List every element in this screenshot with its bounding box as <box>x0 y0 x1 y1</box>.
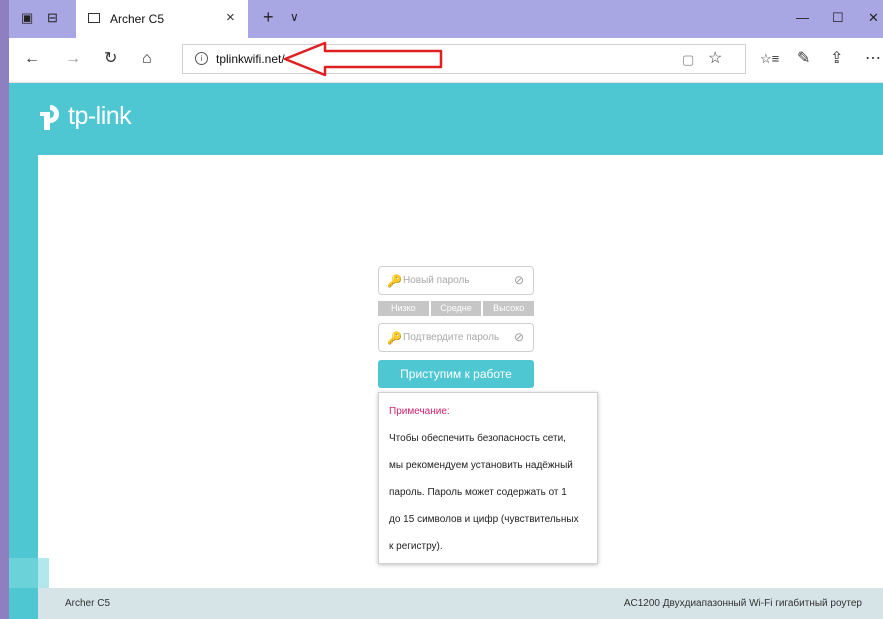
tab-preview-icon[interactable]: ▣ <box>21 10 33 26</box>
window-edge <box>0 0 9 619</box>
strength-high: Высоко <box>483 301 535 316</box>
model-description: AC1200 Двухдиапазонный Wi-Fi гигабитный … <box>623 598 862 609</box>
decorative-pattern <box>9 558 49 588</box>
web-note-icon[interactable]: ✎ <box>797 51 810 67</box>
back-button[interactable]: ← <box>24 51 40 67</box>
password-strength-meter: Низко Средне Высоко <box>378 301 535 316</box>
info-icon[interactable]: i <box>195 52 208 65</box>
footer-bar: Archer C5 AC1200 Двухдиапазонный Wi-Fi г… <box>38 588 883 619</box>
note-line: до 15 символов и цифр (чувствительных <box>389 514 579 525</box>
confirm-password-field[interactable]: 🔑 Подтвердите пароль ⊘ <box>378 323 534 352</box>
address-toolbar: ← → ↻ ⌂ i tplinkwifi.net/ ▢ ☆ ☆≡ ✎ ⇪ ⋯ <box>9 38 883 83</box>
close-window-button[interactable]: ✕ <box>868 10 879 26</box>
eye-hidden-icon[interactable]: ⊘ <box>514 330 524 344</box>
note-line: Чтобы обеспечить безопасность сети, <box>389 433 566 444</box>
new-tab-button[interactable]: + <box>263 7 274 28</box>
tab-close-icon[interactable]: × <box>226 9 235 26</box>
page-icon <box>88 13 100 23</box>
note-line: мы рекомендуем установить надёжный <box>389 460 573 471</box>
forward-button[interactable]: → <box>65 51 81 67</box>
more-options-icon[interactable]: ⋯ <box>865 51 881 67</box>
title-bar: ▣ ⊟ Archer C5 × + ∨ — ☐ ✕ <box>9 0 883 38</box>
model-name: Archer C5 <box>65 598 111 609</box>
note-line: пароль. Пароль может содержать от 1 <box>389 487 567 498</box>
tab-menu-chevron-icon[interactable]: ∨ <box>290 10 299 24</box>
tab-archer-c5[interactable]: Archer C5 × <box>76 0 248 38</box>
key-icon: 🔑 <box>387 331 402 345</box>
url-text[interactable]: tplinkwifi.net/ <box>216 52 285 66</box>
confirm-password-placeholder: Подтвердите пароль <box>403 332 500 343</box>
strength-medium: Средне <box>430 301 482 316</box>
note-line: к регистру). <box>389 541 443 552</box>
tp-link-logo-icon <box>40 105 60 130</box>
share-icon[interactable]: ⇪ <box>830 51 843 67</box>
note-title: Примечание: <box>389 406 450 417</box>
home-button[interactable]: ⌂ <box>142 51 152 67</box>
tab-title: Archer C5 <box>110 12 165 26</box>
reading-view-icon[interactable]: ▢ <box>682 52 694 68</box>
maximize-button[interactable]: ☐ <box>832 10 844 26</box>
key-icon: 🔑 <box>387 274 402 288</box>
red-arrow-annotation <box>283 41 443 77</box>
strength-low: Низко <box>378 301 429 316</box>
favorites-hub-icon[interactable]: ☆≡ <box>760 51 779 67</box>
favorite-star-icon[interactable]: ☆ <box>708 51 722 67</box>
set-aside-tabs-icon[interactable]: ⊟ <box>47 10 58 26</box>
refresh-button[interactable]: ↻ <box>104 51 117 67</box>
address-bar[interactable]: i tplinkwifi.net/ <box>182 44 746 74</box>
eye-hidden-icon[interactable]: ⊘ <box>514 273 524 287</box>
new-password-field[interactable]: 🔑 Новый пароль ⊘ <box>378 266 534 295</box>
note-tooltip: Примечание: Чтобы обеспечить безопасност… <box>378 392 598 564</box>
get-started-button[interactable]: Приступим к работе <box>378 360 534 388</box>
minimize-button[interactable]: — <box>796 10 809 25</box>
brand-name: tp-link <box>68 102 132 130</box>
new-password-placeholder: Новый пароль <box>403 275 470 286</box>
